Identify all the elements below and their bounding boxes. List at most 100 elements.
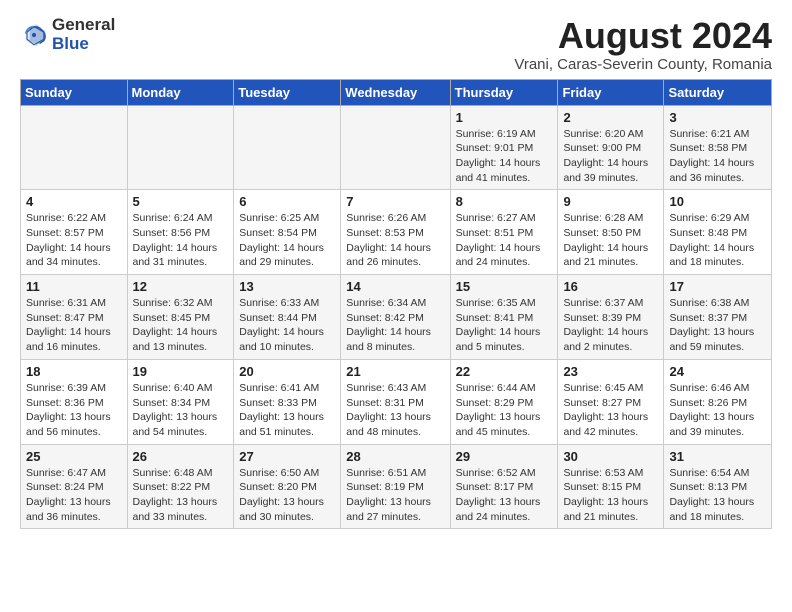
day-number: 24 — [669, 364, 766, 379]
calendar-week-row: 4 Sunrise: 6:22 AMSunset: 8:57 PMDaylight… — [21, 190, 772, 275]
day-info: Sunrise: 6:38 AMSunset: 8:37 PMDaylight:… — [669, 296, 766, 355]
logo-general: General — [52, 16, 115, 35]
day-info: Sunrise: 6:50 AMSunset: 8:20 PMDaylight:… — [239, 466, 335, 525]
weekday-header: Tuesday — [234, 79, 341, 105]
calendar-cell: 21Sunrise: 6:43 AMSunset: 8:31 PMDayligh… — [341, 359, 450, 444]
calendar-week-row: 18Sunrise: 6:39 AMSunset: 8:36 PMDayligh… — [21, 359, 772, 444]
day-info: Sunrise: 6:53 AMSunset: 8:15 PMDaylight:… — [563, 466, 658, 525]
calendar-cell: 18Sunrise: 6:39 AMSunset: 8:36 PMDayligh… — [21, 359, 128, 444]
calendar-cell: 4 Sunrise: 6:22 AMSunset: 8:57 PMDaylight… — [21, 190, 128, 275]
calendar-cell: 25 Sunrise: 6:47 AMSunset: 8:24 PMDayligh… — [21, 444, 128, 529]
day-number: 9 — [563, 194, 658, 209]
day-info: Sunrise: 6:21 AMSunset: 8:58 PMDaylight:… — [669, 127, 766, 186]
calendar-cell: 13Sunrise: 6:33 AMSunset: 8:44 PMDayligh… — [234, 275, 341, 360]
calendar-cell: 8 Sunrise: 6:27 AMSunset: 8:51 PMDaylight… — [450, 190, 558, 275]
day-number: 13 — [239, 279, 335, 294]
weekday-header: Monday — [127, 79, 234, 105]
location: Vrani, Caras-Severin County, Romania — [514, 56, 772, 73]
calendar-cell: 11 Sunrise: 6:31 AMSunset: 8:47 PMDayligh… — [21, 275, 128, 360]
logo: General Blue — [20, 16, 115, 53]
calendar-cell: 29Sunrise: 6:52 AMSunset: 8:17 PMDayligh… — [450, 444, 558, 529]
day-info: Sunrise: 6:48 AMSunset: 8:22 PMDaylight:… — [133, 466, 229, 525]
calendar-week-row: 11 Sunrise: 6:31 AMSunset: 8:47 PMDayligh… — [21, 275, 772, 360]
day-info: Sunrise: 6:54 AMSunset: 8:13 PMDaylight:… — [669, 466, 766, 525]
day-number: 22 — [456, 364, 553, 379]
day-info: Sunrise: 6:37 AMSunset: 8:39 PMDaylight:… — [563, 296, 658, 355]
day-number: 11 — [26, 279, 122, 294]
day-number: 7 — [346, 194, 444, 209]
calendar-cell: 10 Sunrise: 6:29 AMSunset: 8:48 PMDayligh… — [664, 190, 772, 275]
day-info: Sunrise: 6:32 AMSunset: 8:45 PMDaylight:… — [133, 296, 229, 355]
day-info: Sunrise: 6:27 AMSunset: 8:51 PMDaylight:… — [456, 211, 553, 270]
calendar-cell: 7 Sunrise: 6:26 AMSunset: 8:53 PMDaylight… — [341, 190, 450, 275]
weekday-header: Thursday — [450, 79, 558, 105]
day-number: 14 — [346, 279, 444, 294]
calendar-cell: 26 Sunrise: 6:48 AMSunset: 8:22 PMDayligh… — [127, 444, 234, 529]
day-info: Sunrise: 6:25 AMSunset: 8:54 PMDaylight:… — [239, 211, 335, 270]
day-number: 28 — [346, 449, 444, 464]
day-number: 12 — [133, 279, 229, 294]
calendar-cell: 2Sunrise: 6:20 AMSunset: 9:00 PMDaylight… — [558, 105, 664, 190]
day-info: Sunrise: 6:19 AMSunset: 9:01 PMDaylight:… — [456, 127, 553, 186]
day-info: Sunrise: 6:22 AMSunset: 8:57 PMDaylight:… — [26, 211, 122, 270]
day-info: Sunrise: 6:46 AMSunset: 8:26 PMDaylight:… — [669, 381, 766, 440]
day-number: 5 — [133, 194, 229, 209]
calendar-cell: 24 Sunrise: 6:46 AMSunset: 8:26 PMDayligh… — [664, 359, 772, 444]
day-number: 1 — [456, 110, 553, 125]
day-number: 8 — [456, 194, 553, 209]
calendar-cell: 5Sunrise: 6:24 AMSunset: 8:56 PMDaylight… — [127, 190, 234, 275]
day-number: 29 — [456, 449, 553, 464]
calendar-cell: 15Sunrise: 6:35 AMSunset: 8:41 PMDayligh… — [450, 275, 558, 360]
day-number: 31 — [669, 449, 766, 464]
day-number: 17 — [669, 279, 766, 294]
day-number: 15 — [456, 279, 553, 294]
calendar-week-row: 25 Sunrise: 6:47 AMSunset: 8:24 PMDayligh… — [21, 444, 772, 529]
weekday-header: Sunday — [21, 79, 128, 105]
day-number: 23 — [563, 364, 658, 379]
calendar-cell — [234, 105, 341, 190]
day-info: Sunrise: 6:31 AMSunset: 8:47 PMDaylight:… — [26, 296, 122, 355]
day-info: Sunrise: 6:51 AMSunset: 8:19 PMDaylight:… — [346, 466, 444, 525]
day-number: 30 — [563, 449, 658, 464]
calendar-cell: 27Sunrise: 6:50 AMSunset: 8:20 PMDayligh… — [234, 444, 341, 529]
logo-blue: Blue — [52, 35, 115, 54]
day-info: Sunrise: 6:41 AMSunset: 8:33 PMDaylight:… — [239, 381, 335, 440]
day-info: Sunrise: 6:26 AMSunset: 8:53 PMDaylight:… — [346, 211, 444, 270]
day-number: 25 — [26, 449, 122, 464]
day-number: 2 — [563, 110, 658, 125]
calendar-cell: 16 Sunrise: 6:37 AMSunset: 8:39 PMDayligh… — [558, 275, 664, 360]
calendar-cell: 3Sunrise: 6:21 AMSunset: 8:58 PMDaylight… — [664, 105, 772, 190]
day-info: Sunrise: 6:45 AMSunset: 8:27 PMDaylight:… — [563, 381, 658, 440]
day-number: 6 — [239, 194, 335, 209]
logo-text: General Blue — [52, 16, 115, 53]
day-number: 20 — [239, 364, 335, 379]
weekday-header: Wednesday — [341, 79, 450, 105]
day-info: Sunrise: 6:44 AMSunset: 8:29 PMDaylight:… — [456, 381, 553, 440]
day-info: Sunrise: 6:47 AMSunset: 8:24 PMDaylight:… — [26, 466, 122, 525]
logo-icon — [20, 21, 48, 49]
calendar-week-row: 1 Sunrise: 6:19 AMSunset: 9:01 PMDaylight… — [21, 105, 772, 190]
day-number: 26 — [133, 449, 229, 464]
weekday-header: Saturday — [664, 79, 772, 105]
calendar-cell: 12 Sunrise: 6:32 AMSunset: 8:45 PMDayligh… — [127, 275, 234, 360]
calendar-cell: 6 Sunrise: 6:25 AMSunset: 8:54 PMDaylight… — [234, 190, 341, 275]
day-info: Sunrise: 6:39 AMSunset: 8:36 PMDaylight:… — [26, 381, 122, 440]
calendar-cell: 9Sunrise: 6:28 AMSunset: 8:50 PMDaylight… — [558, 190, 664, 275]
day-info: Sunrise: 6:43 AMSunset: 8:31 PMDaylight:… — [346, 381, 444, 440]
weekday-header-row: SundayMondayTuesdayWednesdayThursdayFrid… — [21, 79, 772, 105]
day-info: Sunrise: 6:34 AMSunset: 8:42 PMDaylight:… — [346, 296, 444, 355]
calendar-cell: 14 Sunrise: 6:34 AMSunset: 8:42 PMDayligh… — [341, 275, 450, 360]
calendar-cell: 23 Sunrise: 6:45 AMSunset: 8:27 PMDayligh… — [558, 359, 664, 444]
day-info: Sunrise: 6:29 AMSunset: 8:48 PMDaylight:… — [669, 211, 766, 270]
calendar-cell: 19Sunrise: 6:40 AMSunset: 8:34 PMDayligh… — [127, 359, 234, 444]
calendar-cell — [341, 105, 450, 190]
calendar-cell: 1 Sunrise: 6:19 AMSunset: 9:01 PMDaylight… — [450, 105, 558, 190]
day-number: 4 — [26, 194, 122, 209]
day-number: 16 — [563, 279, 658, 294]
day-number: 10 — [669, 194, 766, 209]
page: General Blue August 2024 Vrani, Caras-Se… — [0, 0, 792, 539]
header: General Blue August 2024 Vrani, Caras-Se… — [20, 16, 772, 73]
calendar-cell: 30 Sunrise: 6:53 AMSunset: 8:15 PMDayligh… — [558, 444, 664, 529]
weekday-header: Friday — [558, 79, 664, 105]
day-number: 19 — [133, 364, 229, 379]
